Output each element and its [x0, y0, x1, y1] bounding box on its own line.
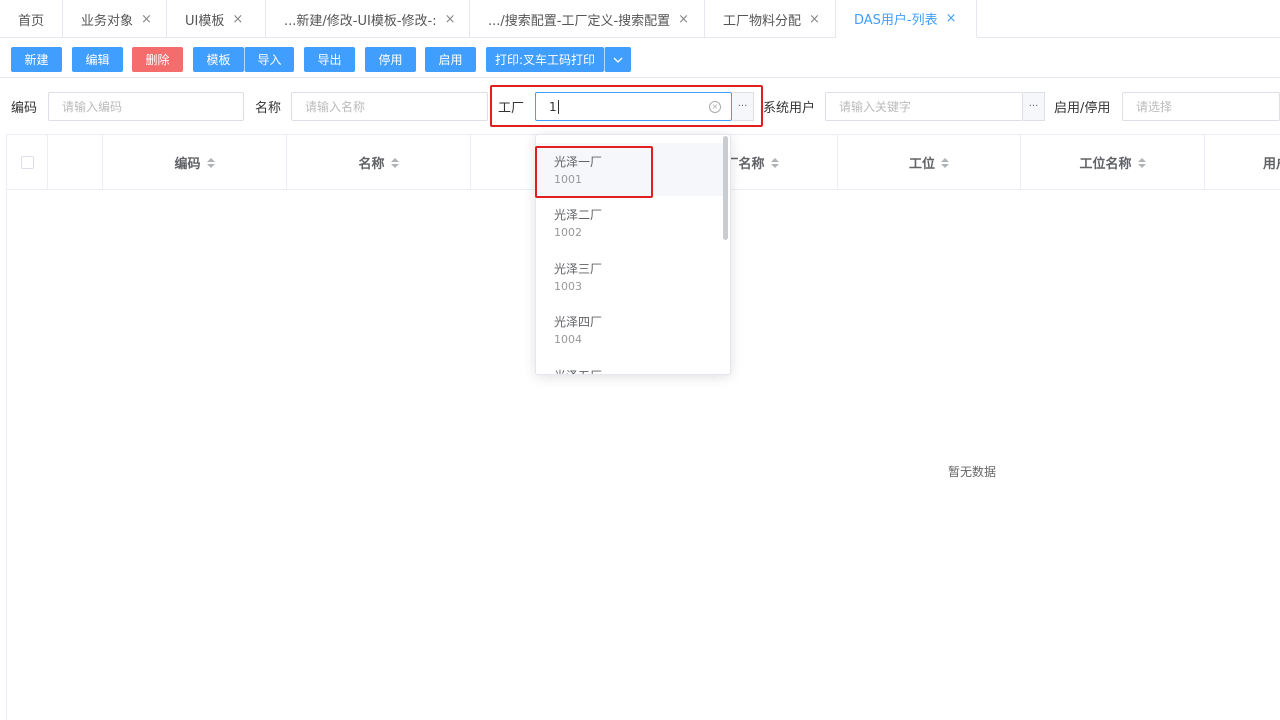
option-name: 光泽一厂 — [554, 155, 603, 169]
sort-icon[interactable] — [1137, 157, 1146, 168]
index-column — [48, 135, 103, 190]
sysuser-input[interactable]: 请输入关键字 — [825, 92, 1023, 121]
dropdown-option[interactable]: 光泽四厂 1004 — [536, 303, 726, 356]
tab-das-user-list[interactable]: DAS用户-列表 × — [836, 0, 977, 38]
close-icon[interactable]: × — [232, 12, 243, 27]
factory-input-value: 1 — [549, 99, 557, 114]
text-cursor — [557, 99, 559, 114]
template-button[interactable]: 模板 — [193, 47, 244, 72]
dropdown-option[interactable]: 光泽三厂 1003 — [536, 250, 726, 303]
enable-button[interactable]: 启用 — [425, 47, 476, 72]
dropdown-scrollbar[interactable] — [723, 136, 728, 240]
sysuser-more-button[interactable]: ··· — [1023, 92, 1045, 121]
select-all-cell — [7, 135, 48, 190]
close-icon[interactable]: × — [445, 12, 456, 27]
code-label: 编码 — [11, 101, 38, 116]
tab-search-config[interactable]: .../搜索配置-工厂定义-搜索配置 × — [470, 0, 705, 38]
option-code: 1002 — [554, 226, 582, 239]
close-icon[interactable]: × — [678, 12, 689, 27]
column-station[interactable]: 工位 — [838, 135, 1021, 190]
select-all-checkbox[interactable] — [20, 156, 34, 169]
column-label: 编码 — [174, 157, 201, 172]
column-label: 工位 — [908, 157, 935, 172]
status-select[interactable]: 请选择 — [1122, 92, 1280, 121]
tab-business-object[interactable]: 业务对象 × — [63, 0, 167, 38]
tab-label: .../搜索配置-工厂定义-搜索配置 — [488, 13, 671, 29]
edit-button[interactable]: 编辑 — [72, 47, 123, 72]
tab-label: UI模板 — [185, 13, 225, 29]
tab-ui-template-edit[interactable]: ...新建/修改-UI模板-修改-: × — [266, 0, 470, 38]
print-dropdown-button[interactable] — [604, 47, 631, 72]
import-button[interactable]: 导入 — [244, 47, 294, 72]
factory-more-button[interactable]: ··· — [732, 92, 754, 121]
disable-button[interactable]: 停用 — [365, 47, 416, 72]
option-name: 光泽五厂 — [554, 367, 602, 374]
dropdown-option[interactable]: 光泽二厂 1002 — [536, 196, 726, 249]
export-button[interactable]: 导出 — [304, 47, 355, 72]
column-station-name[interactable]: 工位名称 — [1021, 135, 1205, 190]
close-icon[interactable]: × — [946, 11, 957, 26]
option-code: 1003 — [554, 280, 582, 293]
column-user[interactable]: 用户 — [1205, 135, 1280, 190]
status-label: 启用/停用 — [1054, 101, 1111, 116]
factory-dropdown: 光泽一厂 1001 光泽二厂 1002 光泽三厂 1003 光泽四厂 1004 … — [535, 134, 731, 375]
sysuser-label: 系统用户 — [763, 101, 816, 116]
tab-home[interactable]: 首页 — [0, 0, 63, 38]
sort-icon[interactable] — [770, 157, 779, 168]
option-code: 1001 — [554, 173, 582, 186]
factory-input[interactable]: 1 — [535, 92, 732, 121]
option-name: 光泽四厂 — [554, 315, 603, 329]
chevron-down-icon — [613, 57, 623, 63]
column-code[interactable]: 编码 — [103, 135, 287, 190]
tab-label: DAS用户-列表 — [854, 13, 938, 28]
name-input[interactable]: 请输入名称 — [291, 92, 488, 121]
close-icon[interactable]: × — [141, 12, 152, 27]
column-label: 用户 — [1263, 157, 1280, 172]
tab-factory-material[interactable]: 工厂物料分配 × — [705, 0, 836, 38]
search-row: 编码 请输入编码 名称 请输入名称 工厂 1 × ··· 系统用户 请输入关键字… — [0, 86, 1280, 126]
column-label: 名称 — [358, 157, 385, 172]
tab-label: 业务对象 — [81, 13, 134, 29]
empty-state-text: 暂无数据 — [948, 465, 997, 479]
print-button[interactable]: 打印:叉车工码打印 — [486, 47, 604, 72]
column-name[interactable]: 名称 — [287, 135, 471, 190]
option-name: 光泽三厂 — [554, 262, 603, 276]
dropdown-option[interactable]: 光泽五厂 1005 — [536, 357, 726, 374]
name-label: 名称 — [255, 101, 282, 116]
tab-ui-template[interactable]: UI模板 × — [167, 0, 266, 38]
tab-label: ...新建/修改-UI模板-修改-: — [284, 13, 437, 29]
option-code: 1004 — [554, 333, 582, 346]
option-name: 光泽二厂 — [554, 208, 603, 222]
clear-icon[interactable]: × — [709, 101, 721, 113]
toolbar: 新建 编辑 删除 模板 导入 导出 停用 启用 打印:叉车工码打印 — [0, 38, 1280, 78]
tab-label: 首页 — [18, 13, 45, 29]
sort-icon[interactable] — [206, 157, 215, 168]
new-button[interactable]: 新建 — [11, 47, 62, 72]
close-icon[interactable]: × — [809, 12, 820, 27]
delete-button[interactable]: 删除 — [132, 47, 183, 72]
tab-label: 工厂物料分配 — [723, 13, 802, 29]
dropdown-option[interactable]: 光泽一厂 1001 — [536, 143, 726, 196]
column-label: 工位名称 — [1079, 157, 1132, 172]
sort-icon[interactable] — [941, 157, 949, 168]
factory-label: 工厂 — [498, 101, 525, 116]
code-input[interactable]: 请输入编码 — [48, 92, 244, 121]
sort-icon[interactable] — [390, 157, 399, 168]
tab-bar: 首页 业务对象 × UI模板 × ...新建/修改-UI模板-修改-: × .../搜… — [0, 0, 1280, 38]
